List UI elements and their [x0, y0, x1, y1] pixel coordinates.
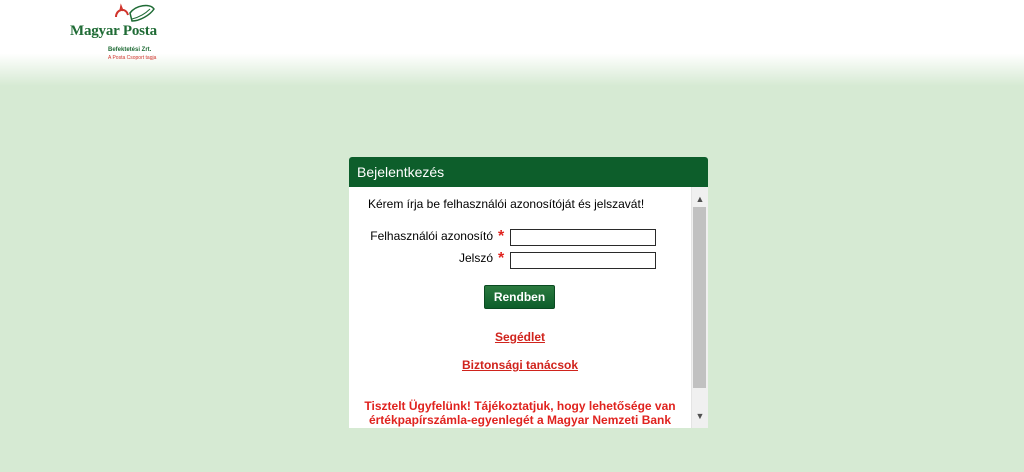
password-input[interactable] [510, 252, 656, 269]
brand-name: Magyar Posta [70, 23, 157, 39]
submit-button[interactable]: Rendben [484, 285, 555, 309]
login-panel: Bejelentkezés Kérem írja be felhasználói… [349, 157, 708, 428]
username-input[interactable] [510, 229, 656, 246]
login-intro-text: Kérem írja be felhasználói azonosítóját … [368, 197, 645, 211]
scrollbar-thumb[interactable] [693, 207, 706, 388]
magyar-posta-logo[interactable]: Magyar Posta Befektetési Zrt. A Posta Cs… [70, 3, 170, 63]
security-tips-link[interactable]: Biztonsági tanácsok [349, 358, 691, 372]
brand-tagline: A Posta Csoport tagja [108, 55, 157, 61]
brand-subtitle: Befektetési Zrt. [108, 47, 152, 53]
arrow-up-icon[interactable]: ▲ [692, 191, 708, 208]
username-required-marker: * [498, 228, 505, 245]
customer-notice: Tisztelt Ügyfelünk! Tájékoztatjuk, hogy … [364, 399, 676, 427]
password-required-marker: * [498, 250, 505, 267]
login-panel-title: Bejelentkezés [349, 157, 708, 187]
password-label: Jelszó [458, 251, 493, 265]
panel-scrollbar[interactable]: ▲ ▼ [691, 187, 708, 428]
username-label: Felhasználói azonosító [370, 229, 493, 243]
help-link[interactable]: Segédlet [349, 330, 691, 344]
page-header: Magyar Posta Befektetési Zrt. A Posta Cs… [0, 0, 1024, 86]
arrow-down-icon[interactable]: ▼ [692, 408, 708, 425]
login-panel-body: Kérem írja be felhasználói azonosítóját … [349, 187, 691, 428]
